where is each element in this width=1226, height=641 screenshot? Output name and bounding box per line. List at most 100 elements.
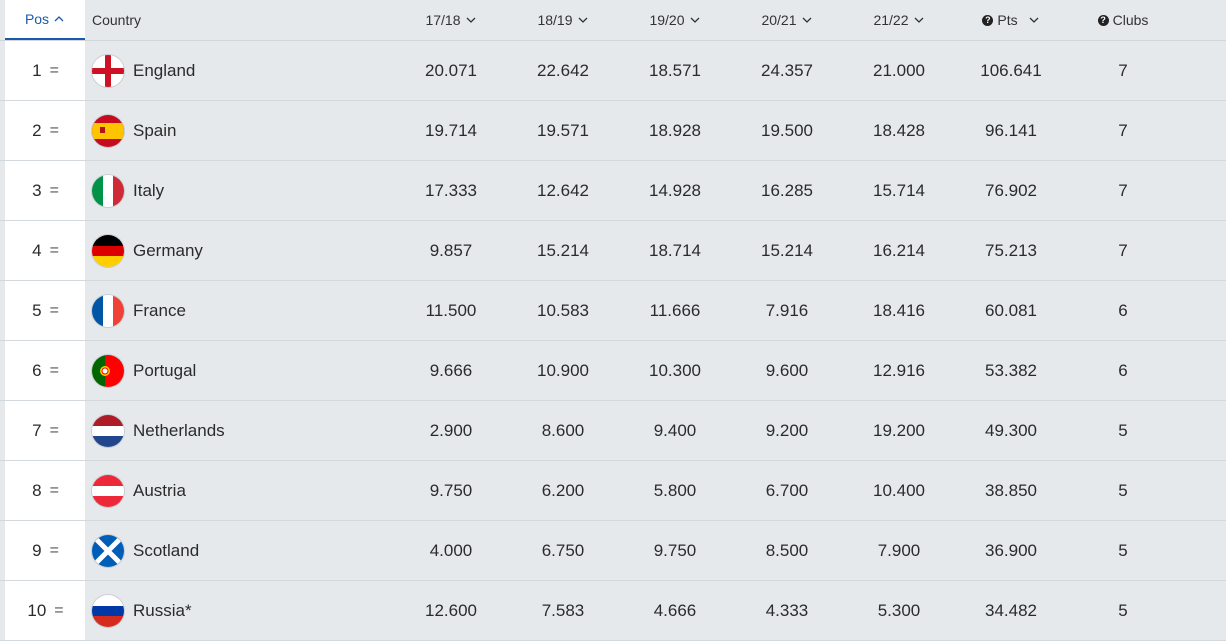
sort-season-header[interactable]: 18/19 xyxy=(507,12,619,28)
season-points-cell: 4.666 xyxy=(653,600,697,620)
total-points-cell: 96.141 xyxy=(985,120,1037,140)
season-header-label: 20/21 xyxy=(761,12,797,28)
season-points-cell: 16.285 xyxy=(761,180,813,200)
austria-flag-icon xyxy=(92,474,124,507)
italy-flag-icon xyxy=(92,174,124,207)
trend-indicator: = xyxy=(49,541,59,559)
country-cell[interactable]: Netherlands xyxy=(85,414,395,447)
country-cell[interactable]: England xyxy=(85,54,395,87)
sort-pos-header[interactable]: Pos xyxy=(5,0,85,40)
table-row[interactable]: 3 = Italy 17.333 12.642 14.928 16.285 15.714 76.… xyxy=(0,161,1226,221)
country-name: Austria xyxy=(133,480,186,500)
table-row[interactable]: 1 = England 20.071 22.642 18.571 24.357 21.000 1… xyxy=(0,41,1226,101)
chevron-down-icon xyxy=(914,17,923,23)
chevron-down-icon xyxy=(1029,17,1039,23)
table-row[interactable]: 9 = Scotland 4.000 6.750 9.750 8.500 7.900 36.90… xyxy=(0,521,1226,581)
season-points-cell: 18.714 xyxy=(649,240,701,260)
season-points-cell: 9.400 xyxy=(653,420,697,440)
season-points-cell: 5.300 xyxy=(877,600,921,620)
country-cell[interactable]: Italy xyxy=(85,174,395,207)
country-cell[interactable]: France xyxy=(85,294,395,327)
season-points-cell: 11.500 xyxy=(425,300,477,320)
country-cell[interactable]: Scotland xyxy=(85,534,395,567)
table-row[interactable]: 7 = Netherlands 2.900 8.600 9.400 9.200 19.200 4… xyxy=(0,401,1226,461)
country-cell[interactable]: Portugal xyxy=(85,354,395,387)
sort-season-header[interactable]: 21/22 xyxy=(843,12,955,28)
season-header-label: 21/22 xyxy=(873,12,909,28)
clubs-header-label: Clubs xyxy=(1112,12,1149,28)
sort-season-header[interactable]: 19/20 xyxy=(619,12,731,28)
clubs-count-cell: 7 xyxy=(1118,60,1128,80)
season-points-cell: 10.900 xyxy=(537,360,589,380)
table-row[interactable]: 6 = Portugal 9.666 10.900 10.300 9.600 12.916 53… xyxy=(0,341,1226,401)
chevron-down-icon xyxy=(466,17,475,23)
season-points-cell: 8.500 xyxy=(765,540,809,560)
spain-flag-icon xyxy=(92,114,124,147)
pos-header-label: Pos xyxy=(24,11,50,27)
country-name: Germany xyxy=(133,240,203,260)
table-row[interactable]: 10 = Russia* 12.600 7.583 4.666 4.333 5.300 34.4… xyxy=(0,581,1226,641)
season-points-cell: 7.900 xyxy=(877,540,921,560)
position-number: 5 xyxy=(32,300,42,320)
table-row[interactable]: 2 = Spain 19.714 19.571 18.928 19.500 18.428 96.… xyxy=(0,101,1226,161)
clubs-count-cell: 7 xyxy=(1118,180,1128,200)
chevron-up-icon xyxy=(54,16,64,22)
clubs-count-cell: 5 xyxy=(1118,540,1128,560)
season-points-cell: 12.642 xyxy=(537,180,589,200)
season-points-cell: 7.916 xyxy=(765,300,809,320)
country-name: Russia* xyxy=(133,600,192,620)
sort-season-header[interactable]: 20/21 xyxy=(731,12,843,28)
season-points-cell: 12.600 xyxy=(425,600,477,620)
season-points-cell: 6.700 xyxy=(765,480,809,500)
country-cell[interactable]: Austria xyxy=(85,474,395,507)
chevron-down-icon xyxy=(578,17,587,23)
position-cell: 1 = xyxy=(5,41,85,100)
season-points-cell: 17.333 xyxy=(425,180,477,200)
country-name: Italy xyxy=(133,180,165,200)
sort-season-header[interactable]: 17/18 xyxy=(395,12,507,28)
clubs-count-cell: 5 xyxy=(1118,420,1128,440)
ranking-table: Pos Country 17/18 18/19 19/20 20/21 21/2… xyxy=(0,0,1226,641)
table-row[interactable]: 8 = Austria 9.750 6.200 5.800 6.700 10.400 38.85… xyxy=(0,461,1226,521)
country-name: Scotland xyxy=(133,540,200,560)
country-cell[interactable]: Germany xyxy=(85,234,395,267)
help-icon[interactable]: ? xyxy=(1097,14,1109,26)
season-points-cell: 18.571 xyxy=(649,60,701,80)
clubs-count-cell: 5 xyxy=(1118,480,1128,500)
total-points-cell: 53.382 xyxy=(985,360,1037,380)
season-points-cell: 18.928 xyxy=(649,120,701,140)
table-header: Pos Country 17/18 18/19 19/20 20/21 21/2… xyxy=(0,0,1226,41)
season-points-cell: 19.714 xyxy=(425,120,477,140)
country-name: Netherlands xyxy=(133,420,225,440)
table-row[interactable]: 5 = France 11.500 10.583 11.666 7.916 18.416 60.… xyxy=(0,281,1226,341)
season-points-cell: 16.214 xyxy=(873,240,925,260)
total-points-cell: 34.482 xyxy=(985,600,1037,620)
clubs-count-cell: 7 xyxy=(1118,120,1128,140)
help-icon[interactable]: ? xyxy=(982,14,994,26)
season-points-cell: 24.357 xyxy=(761,60,813,80)
position-number: 8 xyxy=(32,480,42,500)
table-row[interactable]: 4 = Germany 9.857 15.214 18.714 15.214 16.214 75… xyxy=(0,221,1226,281)
clubs-count-cell: 5 xyxy=(1118,600,1128,620)
position-number: 10 xyxy=(27,600,47,620)
clubs-count-cell: 6 xyxy=(1118,360,1128,380)
country-cell[interactable]: Russia* xyxy=(85,594,395,627)
season-points-cell: 10.583 xyxy=(537,300,589,320)
season-points-cell: 22.642 xyxy=(537,60,589,80)
season-points-cell: 9.600 xyxy=(765,360,809,380)
country-name: England xyxy=(133,60,196,80)
season-points-cell: 6.750 xyxy=(541,540,585,560)
position-cell: 6 = xyxy=(5,341,85,400)
position-number: 7 xyxy=(32,420,42,440)
season-points-cell: 10.300 xyxy=(649,360,701,380)
season-points-cell: 21.000 xyxy=(873,60,925,80)
country-cell[interactable]: Spain xyxy=(85,114,395,147)
clubs-count-cell: 7 xyxy=(1118,240,1128,260)
season-points-cell: 9.750 xyxy=(653,540,697,560)
total-points-cell: 49.300 xyxy=(985,420,1037,440)
season-points-cell: 12.916 xyxy=(873,360,925,380)
sort-pts-header[interactable]: ? Pts xyxy=(955,12,1067,28)
germany-flag-icon xyxy=(92,234,124,267)
position-number: 2 xyxy=(32,120,42,140)
position-number: 6 xyxy=(32,360,42,380)
